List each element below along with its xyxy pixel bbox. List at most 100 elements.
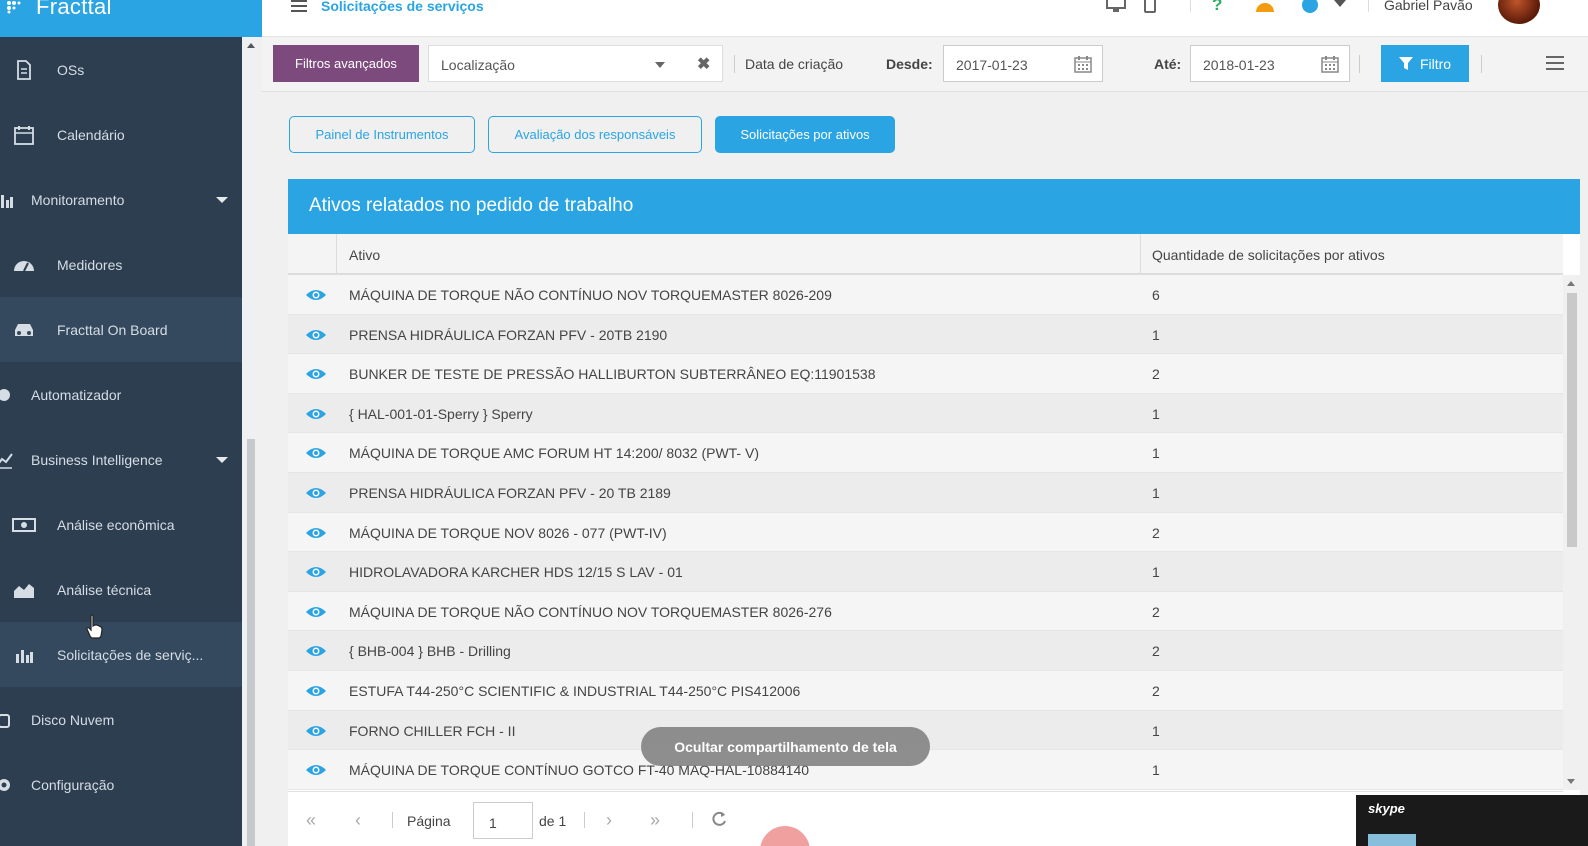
- eye-icon[interactable]: [305, 525, 327, 541]
- tab-responsibles[interactable]: Avaliação dos responsáveis: [488, 116, 702, 153]
- globe-icon[interactable]: [1300, 0, 1320, 14]
- asset-name: BUNKER DE TESTE DE PRESSÃO HALLIBURTON S…: [349, 366, 876, 383]
- request-count: 1: [1152, 762, 1160, 779]
- eye-icon[interactable]: [305, 287, 327, 303]
- asset-name: { HAL-001-01-Sperry } Sperry: [349, 405, 533, 422]
- panel-header: Ativos relatados no pedido de trabalho: [288, 179, 1580, 234]
- close-icon[interactable]: ✖: [697, 54, 710, 74]
- scroll-up-icon[interactable]: [247, 43, 255, 48]
- sidebar-scrollbar[interactable]: [242, 37, 260, 846]
- eye-icon[interactable]: [305, 683, 327, 699]
- asset-name: MÁQUINA DE TORQUE NOV 8026 - 077 (PWT-IV…: [349, 524, 667, 541]
- request-count: 1: [1152, 484, 1160, 501]
- table-scroll-thumb[interactable]: [1567, 293, 1577, 547]
- scroll-down-icon[interactable]: [1567, 779, 1575, 784]
- tab-requests-by-asset[interactable]: Solicitações por ativos: [715, 116, 895, 153]
- options-menu-icon[interactable]: [1546, 56, 1564, 70]
- sidebar-item[interactable]: Business Intelligence: [0, 427, 242, 492]
- calendar-icon[interactable]: [1321, 55, 1339, 73]
- line-chart-icon: [0, 450, 16, 470]
- table-row[interactable]: MÁQUINA DE TORQUE NÃO CONTÍNUO NOV TORQU…: [288, 275, 1563, 315]
- table-row[interactable]: { HAL-001-01-Sperry } Sperry 1: [288, 393, 1563, 434]
- top-header: Solicitações de serviços ? Gabriel Pavão: [262, 0, 1588, 37]
- eye-icon[interactable]: [305, 406, 327, 422]
- sidebar-item[interactable]: Configuração: [0, 752, 242, 817]
- scroll-up-icon[interactable]: [1567, 281, 1575, 286]
- table-row[interactable]: BUNKER DE TESTE DE PRESSÃO HALLIBURTON S…: [288, 354, 1563, 394]
- skype-logo: skype: [1368, 801, 1405, 816]
- table-scrollbar[interactable]: [1563, 275, 1580, 790]
- dashboard-icon[interactable]: [1254, 0, 1276, 14]
- to-date-input[interactable]: 2018-01-23: [1190, 45, 1350, 82]
- refresh-icon[interactable]: [710, 810, 728, 828]
- column-header-quantity[interactable]: Quantidade de solicitações por ativos: [1152, 247, 1385, 263]
- table-row[interactable]: PRENSA HIDRÁULICA FORZAN PFV - 20TB 2190…: [288, 314, 1563, 355]
- sidebar-item[interactable]: Fracttal On Board: [0, 297, 242, 362]
- eye-icon[interactable]: [305, 366, 327, 382]
- table-row[interactable]: { BHB-004 } BHB - Drilling 2: [288, 631, 1563, 671]
- sidebar-item-label: Automatizador: [31, 386, 122, 403]
- last-page-icon[interactable]: »: [650, 810, 660, 831]
- document-icon: [12, 59, 36, 80]
- to-label: Até:: [1154, 56, 1182, 72]
- help-icon[interactable]: ?: [1212, 0, 1222, 15]
- sidebar-item[interactable]: Análise econômica: [0, 492, 242, 557]
- eye-icon[interactable]: [305, 327, 327, 343]
- tab-dashboard[interactable]: Painel de Instrumentos: [289, 116, 475, 153]
- hide-screen-share-button[interactable]: Ocultar compartilhamento de tela: [641, 727, 930, 766]
- prev-page-icon[interactable]: ‹: [355, 810, 361, 831]
- table-row[interactable]: MÁQUINA DE TORQUE NOV 8026 - 077 (PWT-IV…: [288, 512, 1563, 553]
- table-row[interactable]: HIDROLAVADORA KARCHER HDS 12/15 S LAV - …: [288, 552, 1563, 592]
- brand-bar[interactable]: Fracttal: [0, 0, 265, 37]
- eye-icon[interactable]: [305, 485, 327, 501]
- panel-title: Ativos relatados no pedido de trabalho: [309, 195, 634, 216]
- sidebar-item[interactable]: Medidores: [0, 232, 242, 297]
- user-name[interactable]: Gabriel Pavão: [1384, 0, 1473, 13]
- eye-icon[interactable]: [305, 604, 327, 620]
- sidebar-item[interactable]: Solicitações de serviç...: [0, 622, 242, 687]
- eye-icon[interactable]: [305, 643, 327, 659]
- first-page-icon[interactable]: «: [306, 810, 316, 831]
- chevron-down-icon[interactable]: [1334, 0, 1346, 7]
- desktop-icon[interactable]: [1105, 0, 1127, 14]
- request-count: 2: [1152, 603, 1160, 620]
- calendar-icon[interactable]: [1074, 55, 1092, 73]
- asset-name: PRENSA HIDRÁULICA FORZAN PFV - 20TB 2190: [349, 326, 668, 343]
- table-row[interactable]: MÁQUINA DE TORQUE NÃO CONTÍNUO NOV TORQU…: [288, 591, 1563, 632]
- sidebar-item[interactable]: Disco Nuvem: [0, 687, 242, 752]
- from-date-value: 2017-01-23: [956, 57, 1028, 73]
- eye-icon[interactable]: [305, 762, 327, 778]
- mobile-icon[interactable]: [1143, 0, 1157, 14]
- from-date-input[interactable]: 2017-01-23: [943, 45, 1103, 82]
- asset-name: MÁQUINA DE TORQUE NÃO CONTÍNUO NOV TORQU…: [349, 603, 832, 620]
- sidebar-item-label: Análise técnica: [57, 581, 152, 598]
- chevron-down-icon[interactable]: [655, 62, 665, 68]
- location-select[interactable]: Localização ✖: [428, 45, 723, 82]
- avatar[interactable]: [1498, 0, 1540, 24]
- asset-name: PRENSA HIDRÁULICA FORZAN PFV - 20 TB 218…: [349, 484, 671, 501]
- table-row[interactable]: PRENSA HIDRÁULICA FORZAN PFV - 20 TB 218…: [288, 472, 1563, 513]
- caret-down-icon[interactable]: [216, 457, 228, 463]
- sidebar-scroll-thumb[interactable]: [247, 439, 255, 846]
- filter-button[interactable]: Filtro: [1381, 45, 1469, 82]
- eye-icon[interactable]: [305, 564, 327, 580]
- sidebar-item[interactable]: Análise técnica: [0, 557, 242, 622]
- area-chart-icon: [12, 580, 36, 600]
- sidebar-item[interactable]: Automatizador: [0, 362, 242, 427]
- page-input[interactable]: 1: [473, 802, 533, 839]
- table-row[interactable]: ESTUFA T44-250°C SCIENTIFIC & INDUSTRIAL…: [288, 670, 1563, 711]
- column-header-asset[interactable]: Ativo: [349, 247, 380, 263]
- eye-icon[interactable]: [305, 445, 327, 461]
- sidebar-item[interactable]: Monitoramento: [0, 167, 242, 232]
- advanced-filters-button[interactable]: Filtros avançados: [273, 45, 419, 82]
- sidebar-item[interactable]: OSs: [0, 37, 242, 102]
- eye-icon[interactable]: [305, 723, 327, 739]
- caret-down-icon[interactable]: [216, 197, 228, 203]
- sidebar-item[interactable]: Calendário: [0, 102, 242, 167]
- request-count: 2: [1152, 643, 1160, 660]
- table-row[interactable]: MÁQUINA DE TORQUE AMC FORUM HT 14:200/ 8…: [288, 433, 1563, 473]
- skype-window[interactable]: skype: [1356, 795, 1588, 846]
- date-type-label: Data de criação: [745, 56, 844, 72]
- next-page-icon[interactable]: ›: [606, 810, 612, 831]
- bar-chart-icon: [0, 190, 16, 210]
